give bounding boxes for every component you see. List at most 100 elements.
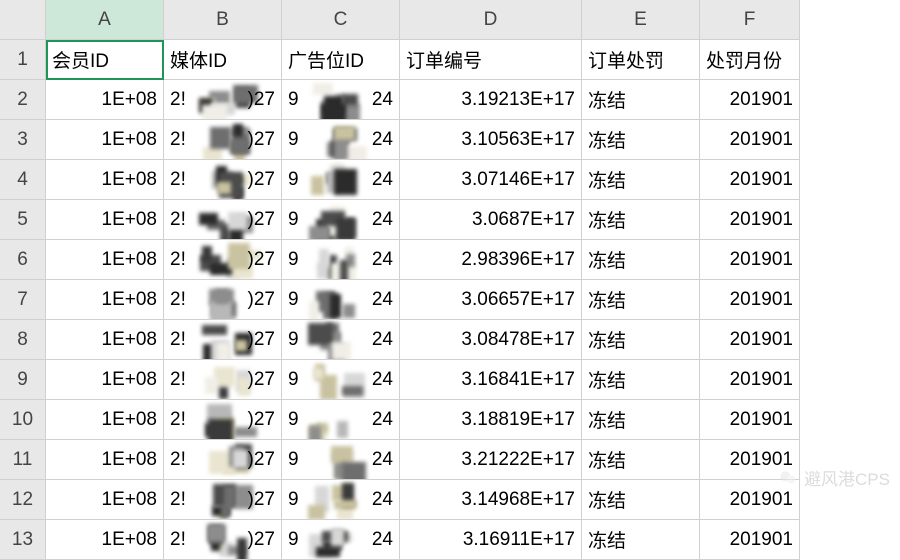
cell[interactable]: 冻结 xyxy=(582,120,700,160)
row-header[interactable]: 2 xyxy=(0,80,46,120)
cell[interactable]: 2!)27 xyxy=(164,80,282,120)
cell[interactable]: 201901 xyxy=(700,120,800,160)
cell[interactable]: 201901 xyxy=(700,480,800,520)
cell[interactable]: 924 xyxy=(282,280,400,320)
cell[interactable]: 1E+08 xyxy=(46,200,164,240)
cell[interactable]: 3.18819E+17 xyxy=(400,400,582,440)
cell[interactable]: 冻结 xyxy=(582,360,700,400)
cell[interactable]: 3.14968E+17 xyxy=(400,480,582,520)
cell[interactable]: 冻结 xyxy=(582,400,700,440)
cell[interactable]: 201901 xyxy=(700,280,800,320)
cell[interactable]: 冻结 xyxy=(582,480,700,520)
cell[interactable]: 2!)27 xyxy=(164,280,282,320)
cell[interactable]: 3.19213E+17 xyxy=(400,80,582,120)
cell[interactable]: 3.06657E+17 xyxy=(400,280,582,320)
cell[interactable]: 1E+08 xyxy=(46,320,164,360)
cell[interactable]: 201901 xyxy=(700,240,800,280)
row-header[interactable]: 9 xyxy=(0,360,46,400)
cell[interactable]: 201901 xyxy=(700,520,800,560)
cell[interactable]: 201901 xyxy=(700,320,800,360)
cell[interactable]: 924 xyxy=(282,520,400,560)
cell[interactable]: 201901 xyxy=(700,160,800,200)
cell[interactable]: 2!)27 xyxy=(164,120,282,160)
select-all-corner[interactable] xyxy=(0,0,46,40)
cell[interactable]: 1E+08 xyxy=(46,280,164,320)
row-header[interactable]: 13 xyxy=(0,520,46,560)
row-header[interactable]: 1 xyxy=(0,40,46,80)
cell[interactable]: 冻结 xyxy=(582,520,700,560)
row-header[interactable]: 5 xyxy=(0,200,46,240)
cell[interactable]: 2!)27 xyxy=(164,440,282,480)
row-header[interactable]: 12 xyxy=(0,480,46,520)
cell-E1[interactable]: 订单处罚 xyxy=(582,40,700,80)
col-header-D[interactable]: D xyxy=(400,0,582,40)
cell[interactable]: 冻结 xyxy=(582,200,700,240)
cell[interactable]: 924 xyxy=(282,240,400,280)
cell-B1[interactable]: 媒体ID xyxy=(164,40,282,80)
cell-F1[interactable]: 处罚月份 xyxy=(700,40,800,80)
censored-region xyxy=(198,443,244,476)
cell[interactable]: 冻结 xyxy=(582,80,700,120)
row-header[interactable]: 3 xyxy=(0,120,46,160)
cell[interactable]: 201901 xyxy=(700,360,800,400)
cell[interactable]: 924 xyxy=(282,360,400,400)
cell[interactable]: 3.10563E+17 xyxy=(400,120,582,160)
cell[interactable]: 1E+08 xyxy=(46,400,164,440)
cell[interactable]: 1E+08 xyxy=(46,80,164,120)
cell[interactable]: 3.16841E+17 xyxy=(400,360,582,400)
col-header-B[interactable]: B xyxy=(164,0,282,40)
cell[interactable]: 1E+08 xyxy=(46,360,164,400)
cell[interactable]: 2!)27 xyxy=(164,480,282,520)
cell[interactable]: 924 xyxy=(282,120,400,160)
cell[interactable]: 3.0687E+17 xyxy=(400,200,582,240)
col-header-C[interactable]: C xyxy=(282,0,400,40)
row-header[interactable]: 4 xyxy=(0,160,46,200)
cell-A1[interactable]: 会员ID xyxy=(46,40,164,80)
cell-D1[interactable]: 订单编号 xyxy=(400,40,582,80)
cell[interactable]: 201901 xyxy=(700,440,800,480)
col-header-A[interactable]: A xyxy=(46,0,164,40)
cell[interactable]: 924 xyxy=(282,440,400,480)
cell[interactable]: 1E+08 xyxy=(46,160,164,200)
cell[interactable]: 3.08478E+17 xyxy=(400,320,582,360)
cell[interactable]: 1E+08 xyxy=(46,120,164,160)
cell[interactable]: 201901 xyxy=(700,200,800,240)
cell[interactable]: 冻结 xyxy=(582,160,700,200)
cell[interactable]: 冻结 xyxy=(582,280,700,320)
cell[interactable]: 冻结 xyxy=(582,240,700,280)
cell[interactable]: 3.21222E+17 xyxy=(400,440,582,480)
cell[interactable]: 201901 xyxy=(700,80,800,120)
cell[interactable]: 2!)27 xyxy=(164,240,282,280)
cell[interactable]: 冻结 xyxy=(582,440,700,480)
cell[interactable]: 2!)27 xyxy=(164,360,282,400)
row-header[interactable]: 8 xyxy=(0,320,46,360)
cell[interactable]: 1E+08 xyxy=(46,440,164,480)
spreadsheet-grid[interactable]: A B C D E F 1 会员ID 媒体ID 广告位ID 订单编号 订单处罚 … xyxy=(0,0,900,560)
cell[interactable]: 2!)27 xyxy=(164,320,282,360)
cell[interactable]: 3.16911E+17 xyxy=(400,520,582,560)
cell[interactable]: 冻结 xyxy=(582,320,700,360)
cell[interactable]: 2!)27 xyxy=(164,200,282,240)
row-header[interactable]: 10 xyxy=(0,400,46,440)
row-header[interactable]: 11 xyxy=(0,440,46,480)
row-header[interactable]: 6 xyxy=(0,240,46,280)
cell[interactable]: 2!)27 xyxy=(164,520,282,560)
cell[interactable]: 2!)27 xyxy=(164,400,282,440)
col-header-F[interactable]: F xyxy=(700,0,800,40)
cell[interactable]: 201901 xyxy=(700,400,800,440)
cell[interactable]: 924 xyxy=(282,80,400,120)
cell[interactable]: 1E+08 xyxy=(46,520,164,560)
col-header-E[interactable]: E xyxy=(582,0,700,40)
cell[interactable]: 924 xyxy=(282,160,400,200)
cell[interactable]: 924 xyxy=(282,400,400,440)
cell[interactable]: 924 xyxy=(282,200,400,240)
cell[interactable]: 1E+08 xyxy=(46,480,164,520)
cell[interactable]: 1E+08 xyxy=(46,240,164,280)
cell-C1[interactable]: 广告位ID xyxy=(282,40,400,80)
cell[interactable]: 924 xyxy=(282,480,400,520)
cell[interactable]: 2!)27 xyxy=(164,160,282,200)
row-header[interactable]: 7 xyxy=(0,280,46,320)
cell[interactable]: 2.98396E+17 xyxy=(400,240,582,280)
cell[interactable]: 3.07146E+17 xyxy=(400,160,582,200)
cell[interactable]: 924 xyxy=(282,320,400,360)
